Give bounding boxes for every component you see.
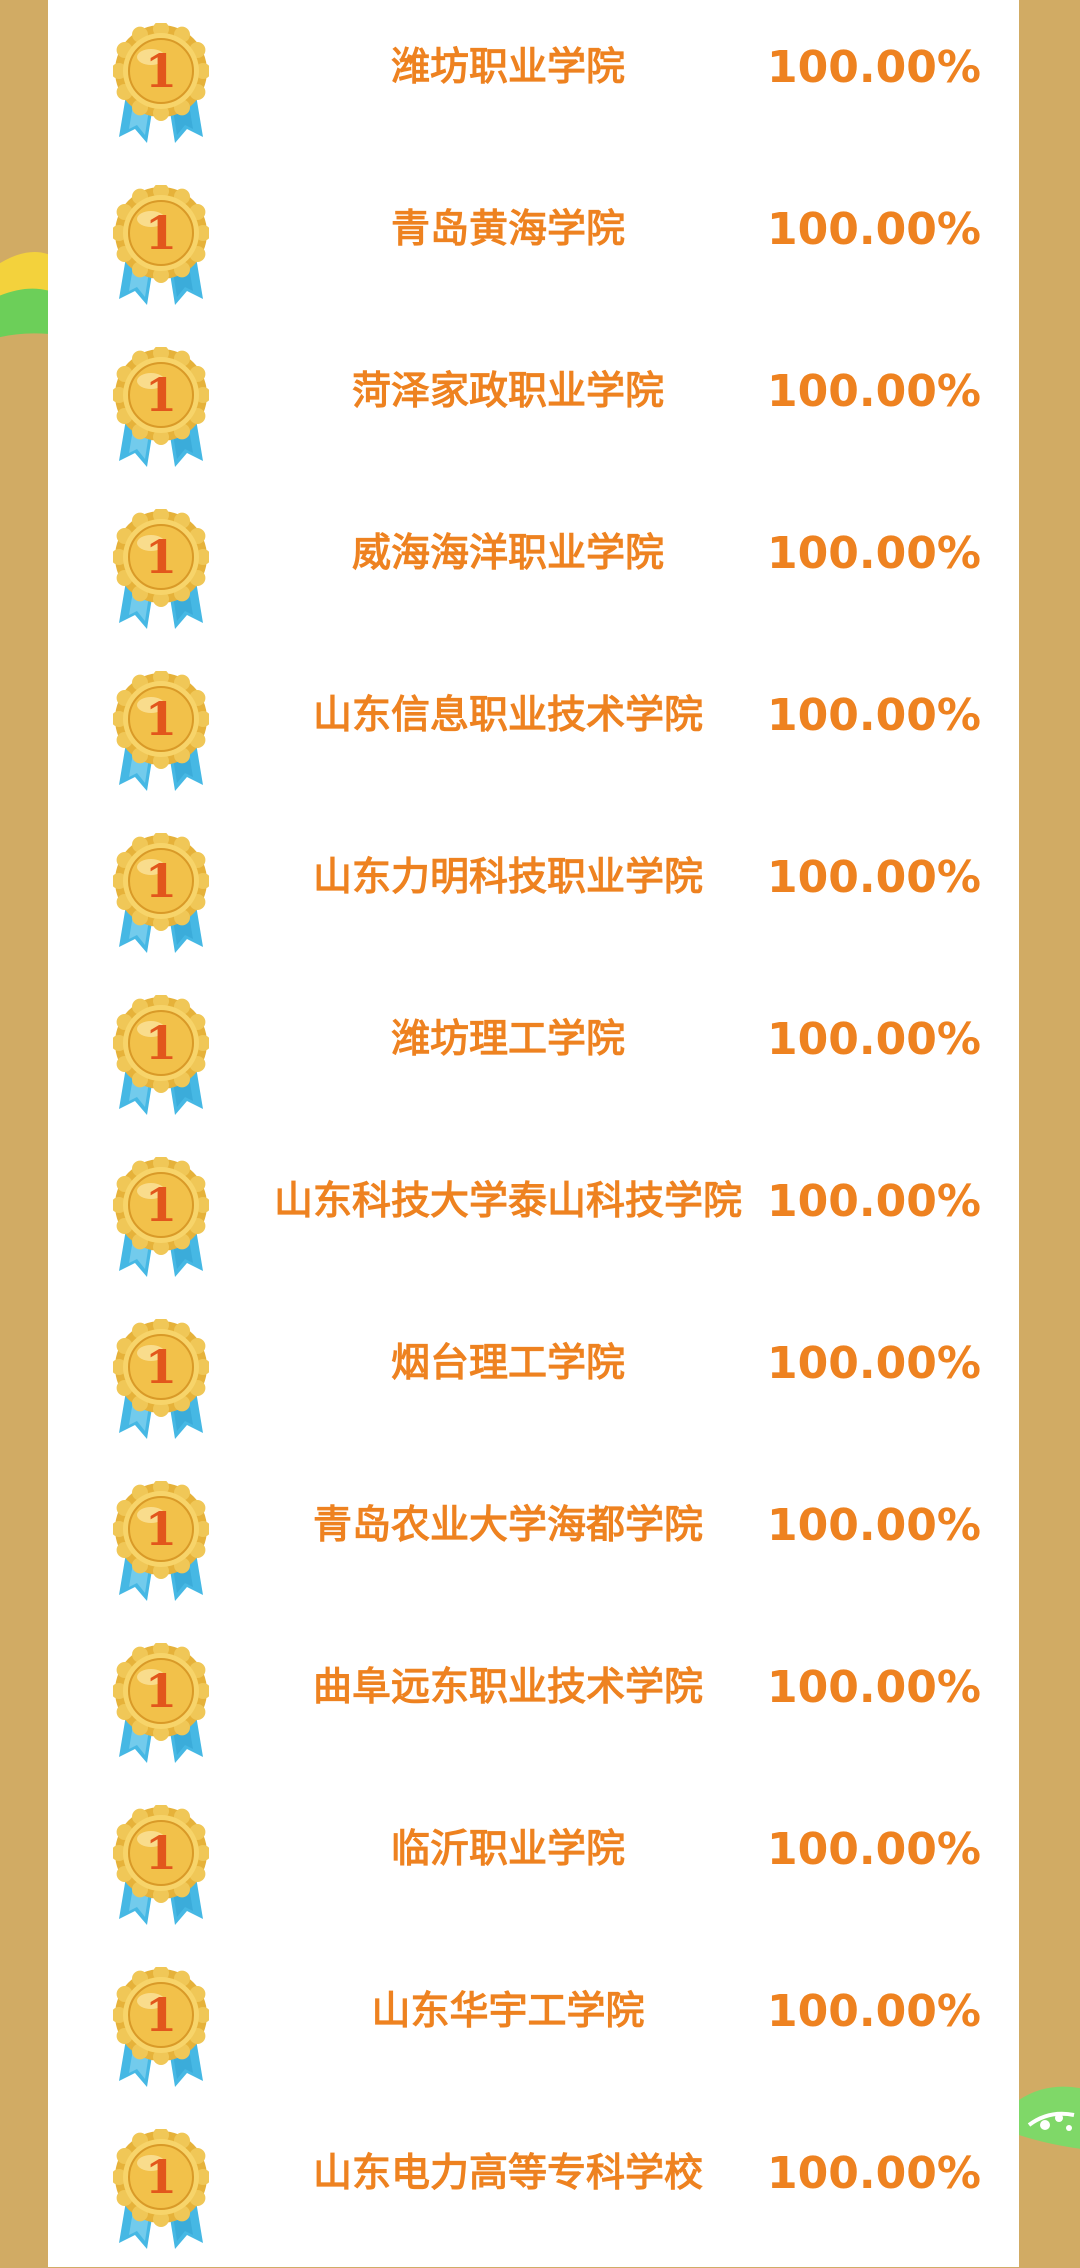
ranking-row: 1 潍坊理工学院 100.00% bbox=[48, 972, 1019, 1134]
ranking-row: 1 山东电力高等专科学校 100.00% bbox=[48, 2106, 1019, 2268]
pass-rate: 100.00% bbox=[767, 690, 981, 741]
pass-rate: 100.00% bbox=[767, 852, 981, 903]
pass-rate: 100.00% bbox=[767, 1014, 981, 1065]
school-name: 威海海洋职业学院 bbox=[351, 531, 664, 576]
first-place-medal-icon: 1 bbox=[111, 831, 211, 955]
medal-digit: 1 bbox=[145, 1988, 177, 2042]
school-name: 山东信息职业技术学院 bbox=[312, 693, 703, 738]
school-name: 菏泽家政职业学院 bbox=[351, 369, 664, 414]
school-name: 潍坊职业学院 bbox=[390, 45, 625, 90]
ranking-panel: 1 潍坊职业学院 100.00% 1 青岛黄海学院 100.00% 1 菏泽家政… bbox=[48, 0, 1019, 2267]
medal-digit: 1 bbox=[145, 44, 177, 98]
pass-rate: 100.00% bbox=[767, 1824, 981, 1875]
first-place-medal-icon: 1 bbox=[111, 1479, 211, 1603]
medal-digit: 1 bbox=[145, 206, 177, 260]
medal-digit: 1 bbox=[145, 1178, 177, 1232]
medal-digit: 1 bbox=[145, 368, 177, 422]
right-leaf-decoration bbox=[1019, 2080, 1080, 2190]
school-name: 山东电力高等专科学校 bbox=[312, 2151, 703, 2196]
pass-rate: 100.00% bbox=[767, 366, 981, 417]
first-place-medal-icon: 1 bbox=[111, 1803, 211, 1927]
ranking-row: 1 威海海洋职业学院 100.00% bbox=[48, 486, 1019, 648]
ranking-row: 1 潍坊职业学院 100.00% bbox=[48, 0, 1019, 162]
medal-digit: 1 bbox=[145, 1340, 177, 1394]
school-name: 曲阜远东职业技术学院 bbox=[312, 1665, 703, 1710]
pass-rate: 100.00% bbox=[767, 42, 981, 93]
first-place-medal-icon: 1 bbox=[111, 507, 211, 631]
medal-digit: 1 bbox=[145, 1502, 177, 1556]
first-place-medal-icon: 1 bbox=[111, 1317, 211, 1441]
pass-rate: 100.00% bbox=[767, 528, 981, 579]
first-place-medal-icon: 1 bbox=[111, 345, 211, 469]
medal-digit: 1 bbox=[145, 2150, 177, 2204]
first-place-medal-icon: 1 bbox=[111, 1155, 211, 1279]
pass-rate: 100.00% bbox=[767, 1500, 981, 1551]
ranking-row: 1 临沂职业学院 100.00% bbox=[48, 1782, 1019, 1944]
first-place-medal-icon: 1 bbox=[111, 1965, 211, 2089]
ranking-row: 1 山东信息职业技术学院 100.00% bbox=[48, 648, 1019, 810]
school-name: 青岛黄海学院 bbox=[390, 207, 625, 252]
pass-rate: 100.00% bbox=[767, 2148, 981, 2199]
ranking-row: 1 曲阜远东职业技术学院 100.00% bbox=[48, 1620, 1019, 1782]
first-place-medal-icon: 1 bbox=[111, 1641, 211, 1765]
first-place-medal-icon: 1 bbox=[111, 183, 211, 307]
ranking-row: 1 山东华宇工学院 100.00% bbox=[48, 1944, 1019, 2106]
pass-rate: 100.00% bbox=[767, 1176, 981, 1227]
pass-rate: 100.00% bbox=[767, 1662, 981, 1713]
medal-digit: 1 bbox=[145, 1016, 177, 1070]
medal-digit: 1 bbox=[145, 1826, 177, 1880]
first-place-medal-icon: 1 bbox=[111, 993, 211, 1117]
medal-digit: 1 bbox=[145, 1664, 177, 1718]
pass-rate: 100.00% bbox=[767, 1986, 981, 2037]
first-place-medal-icon: 1 bbox=[111, 669, 211, 793]
first-place-medal-icon: 1 bbox=[111, 2127, 211, 2251]
left-leaf-decoration bbox=[0, 240, 48, 370]
ranking-row: 1 菏泽家政职业学院 100.00% bbox=[48, 324, 1019, 486]
school-name: 烟台理工学院 bbox=[390, 1341, 625, 1386]
school-name: 山东华宇工学院 bbox=[371, 1989, 645, 2034]
school-name: 潍坊理工学院 bbox=[390, 1017, 625, 1062]
pass-rate: 100.00% bbox=[767, 1338, 981, 1389]
pass-rate: 100.00% bbox=[767, 204, 981, 255]
medal-digit: 1 bbox=[145, 692, 177, 746]
school-name: 青岛农业大学海都学院 bbox=[312, 1503, 703, 1548]
school-name: 山东科技大学泰山科技学院 bbox=[273, 1179, 742, 1224]
school-name: 临沂职业学院 bbox=[390, 1827, 625, 1872]
ranking-row: 1 山东力明科技职业学院 100.00% bbox=[48, 810, 1019, 972]
school-name: 山东力明科技职业学院 bbox=[312, 855, 703, 900]
ranking-row: 1 青岛农业大学海都学院 100.00% bbox=[48, 1458, 1019, 1620]
medal-digit: 1 bbox=[145, 854, 177, 908]
medal-digit: 1 bbox=[145, 530, 177, 584]
ranking-row: 1 青岛黄海学院 100.00% bbox=[48, 162, 1019, 324]
ranking-row: 1 山东科技大学泰山科技学院 100.00% bbox=[48, 1134, 1019, 1296]
first-place-medal-icon: 1 bbox=[111, 21, 211, 145]
ranking-row: 1 烟台理工学院 100.00% bbox=[48, 1296, 1019, 1458]
